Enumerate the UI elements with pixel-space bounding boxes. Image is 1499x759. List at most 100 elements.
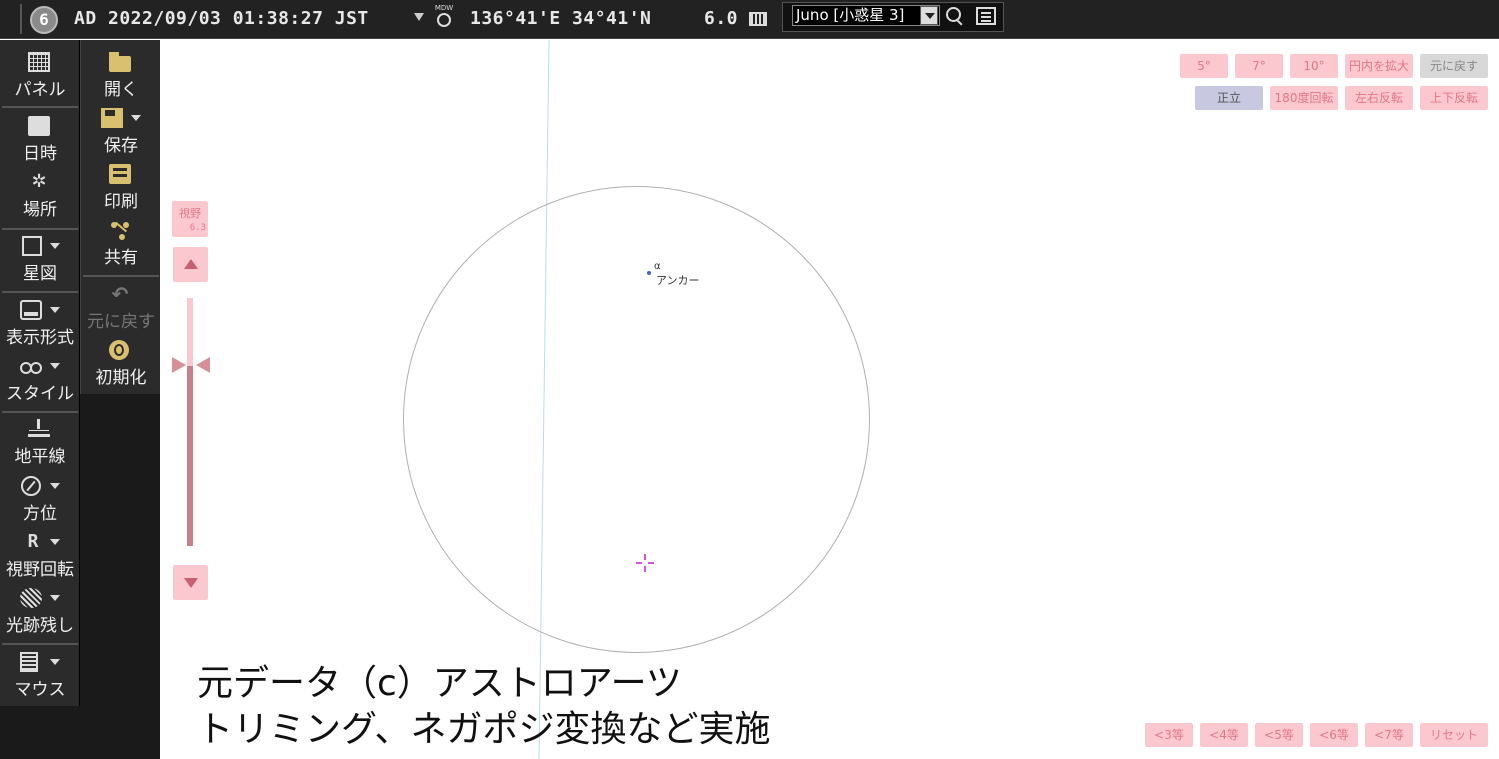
chevron-down-icon [131,115,141,121]
sidebar-empty [0,706,160,759]
fov-5-button[interactable]: 5° [1180,54,1228,78]
toolbar-separator [20,4,22,34]
target-select[interactable]: Juno [小惑星 3] [792,5,940,26]
chevron-down-icon [50,539,60,545]
list-icon[interactable] [976,7,996,25]
folder-icon [109,52,131,72]
magnitude-display[interactable]: 6.0 [704,8,738,29]
zoom-in-button[interactable] [173,247,208,282]
sidebar-item-label: パネル [14,80,66,100]
timezone-dropdown-icon[interactable] [414,13,424,21]
search-icon[interactable] [946,7,964,25]
zoom-circle-button[interactable]: 円内を拡大 [1345,54,1413,78]
sidebar-item-starmap[interactable]: 星図 [0,230,80,286]
sidebar-item-print[interactable]: 印刷 [81,158,161,214]
save-icon [101,108,123,128]
flip-horizontal-button[interactable]: 左右反転 [1345,86,1413,110]
chevron-down-icon [50,595,60,601]
sidebar-item-label: 印刷 [104,192,138,212]
sidebar-item-label: 星図 [23,264,57,284]
zoom-slider-track[interactable] [187,298,193,366]
datetime-display[interactable]: AD 2022/09/03 01:38:27 JST [74,8,369,29]
undo-view-button[interactable]: 元に戻す [1420,54,1488,78]
location-icon: ✲ [31,171,47,192]
upright-button[interactable]: 正立 [1195,86,1263,110]
sidebar-item-location[interactable]: ✲ 場所 [0,166,80,222]
sidebar-main: パネル 日時 ✲ 場所 星図 表示形式 スタイル 地平線 方位 R 視野回転 光… [0,40,80,706]
fov-label: 視野 [179,207,201,220]
undo-icon: ↶ [111,282,129,306]
sidebar-item-label: 日時 [23,144,57,164]
star-marker[interactable] [647,271,651,275]
mag-7-button[interactable]: <7等 [1365,723,1413,747]
sidebar-item-label: 元に戻す [87,312,155,332]
sidebar-item-label: 方位 [23,504,57,524]
grid-icon [28,52,50,72]
monitor-icon [20,300,42,320]
binoculars-icon [20,356,42,376]
sidebar-item-save[interactable]: 保存 [81,102,161,158]
sidebar-item-mouse[interactable]: マウス [0,646,80,702]
zoom-out-button[interactable] [173,565,208,600]
mag-reset-button[interactable]: リセット [1420,723,1488,747]
star-name-label: アンカー [656,274,700,287]
sidebar-item-style[interactable]: スタイル [0,350,80,406]
crosshair-icon [636,554,654,572]
chevron-down-icon [50,307,60,313]
square-icon [22,236,42,256]
rotate-180-button[interactable]: 180度回転 [1270,86,1338,110]
sidebar-item-label: 保存 [104,136,138,156]
chevron-down-icon [50,483,60,489]
fov-indicator: 視野 6.3 [172,201,208,237]
fov-10-button[interactable]: 10° [1290,54,1338,78]
sidebar-item-direction[interactable]: 方位 [0,470,80,526]
mag-6-button[interactable]: <6等 [1310,723,1358,747]
sidebar-item-fov-rotation[interactable]: R 視野回転 [0,526,80,582]
mag-4-button[interactable]: <4等 [1200,723,1248,747]
sidebar-item-datetime[interactable]: 日時 [0,110,80,166]
sidebar-item-label: マウス [14,680,66,700]
reset-icon [109,340,129,360]
caption-credit: 元データ（c）アストロアーツ [197,663,682,704]
mdw-clock-icon[interactable]: MDW [432,4,456,32]
sidebar-item-label: 視野回転 [6,560,74,580]
mag-3-button[interactable]: <3等 [1145,723,1193,747]
sidebar-item-initialize[interactable]: 初期化 [81,334,161,390]
top-toolbar: 6 AD 2022/09/03 01:38:27 JST MDW 136°41'… [0,0,1499,39]
chevron-down-icon[interactable] [920,6,938,25]
fov-7-button[interactable]: 7° [1235,54,1283,78]
sidebar-empty [80,394,160,706]
sidebar-item-label: 開く [104,80,138,100]
mdw-label: MDW [434,4,454,12]
location-display[interactable]: 136°41'E 34°41'N [470,8,651,29]
calendar-icon[interactable] [749,12,767,26]
sidebar-item-display-format[interactable]: 表示形式 [0,294,80,350]
fov-circle [403,186,870,653]
chevron-down-icon [50,659,60,665]
flip-vertical-button[interactable]: 上下反転 [1420,86,1488,110]
zoom-slider-thumb[interactable] [172,357,210,375]
mag-5-button[interactable]: <5等 [1255,723,1303,747]
zoom-slider-track-filled[interactable] [187,366,193,546]
trail-icon [20,588,42,608]
sidebar-item-label: 共有 [104,248,138,268]
sidebar-file: 開く 保存 印刷 共有 ↶ 元に戻す 初期化 [80,40,160,394]
rotate-icon: R [27,531,39,552]
compass-icon [21,476,41,496]
sidebar-item-label: 場所 [23,200,57,220]
sidebar-item-open[interactable]: 開く [81,46,161,102]
print-icon [109,164,131,184]
sidebar-item-label: スタイル [6,384,74,404]
sidebar-item-panel[interactable]: パネル [0,46,80,102]
sidebar-item-horizon[interactable]: 地平線 [0,413,80,469]
sidebar-item-label: 地平線 [14,447,66,467]
sidebar-item-share[interactable]: 共有 [81,214,161,270]
logo-text: 6 [39,10,49,29]
app-logo[interactable]: 6 [30,6,58,34]
star-greek-letter: α [654,261,661,272]
chevron-down-icon [50,363,60,369]
sidebar-item-label: 初期化 [95,368,147,388]
sidebar-item-trail[interactable]: 光跡残し [0,582,80,638]
share-icon [109,220,131,240]
clock-icon [28,116,50,136]
